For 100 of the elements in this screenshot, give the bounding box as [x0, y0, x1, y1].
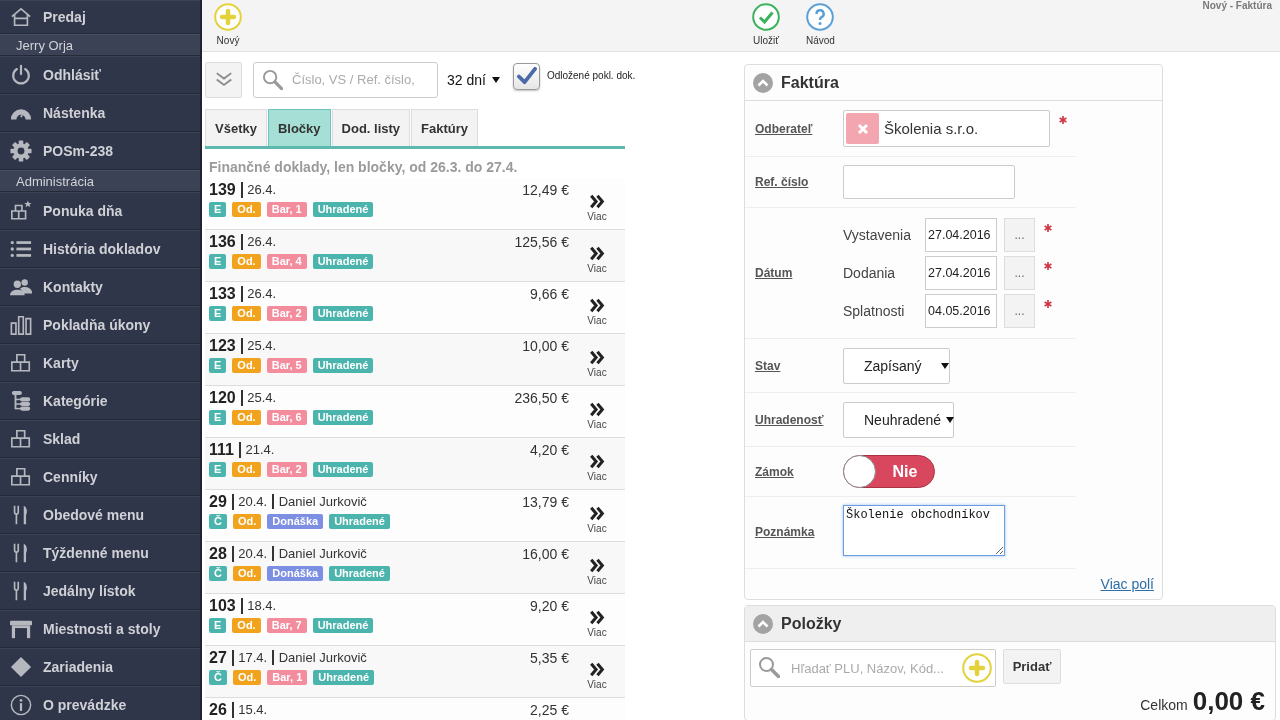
document-amount: 16,00 € — [522, 545, 569, 562]
sidebar-item[interactable]: Ponuka dňa — [0, 192, 200, 230]
payment-select[interactable]: Neuhradené — [843, 401, 954, 438]
date-picker-button[interactable]: ... — [1004, 256, 1035, 290]
status-tag: Od. — [232, 358, 261, 373]
document-date: 20.4. — [238, 494, 268, 509]
more-button[interactable]: Viac — [587, 596, 607, 645]
more-button[interactable]: Viac — [587, 388, 607, 437]
status-tag: E — [209, 306, 227, 321]
document-amount: 236,50 € — [514, 389, 569, 406]
sidebar-item[interactable]: Kontakty — [0, 268, 200, 306]
document-number: 139 — [209, 180, 236, 199]
date-field[interactable]: 27.04.2016 — [925, 218, 997, 252]
more-button[interactable]: Viac — [587, 232, 607, 281]
sidebar-item[interactable]: Miestnosti a stoly — [0, 610, 200, 648]
field-label: Stav — [754, 358, 782, 373]
document-number: 120 — [209, 388, 236, 407]
sidebar-item[interactable]: Karty — [0, 344, 200, 382]
sidebar-item[interactable]: Týždenné menu — [0, 534, 200, 572]
more-button[interactable]: Viac — [587, 544, 607, 593]
sidebar-item[interactable]: Cenníky — [0, 458, 200, 496]
checkbox[interactable] — [512, 63, 540, 90]
note-field[interactable]: Školenie obchodníkov — [843, 505, 1005, 556]
search-icon — [262, 68, 283, 90]
status-tag: Č — [209, 566, 227, 581]
status-tag: Od. — [232, 618, 261, 633]
sidebar-item[interactable]: Pokladňa úkony — [0, 306, 200, 344]
list-icon — [10, 238, 32, 260]
more-button[interactable]: Viac — [587, 180, 607, 229]
status-tag: E — [209, 358, 227, 373]
more-button[interactable]: Viac — [587, 492, 607, 541]
boxes-icon — [10, 352, 32, 374]
more-button[interactable]: Viac — [587, 440, 607, 489]
sidebar-section-header: Administrácia — [0, 170, 200, 192]
page-title: Nový - Faktúra — [1202, 0, 1273, 11]
document-amount: 10,00 € — [522, 337, 569, 354]
double-chevron-right-icon — [589, 610, 605, 625]
date-picker-button[interactable]: ... — [1004, 218, 1035, 252]
status-tag: E — [209, 618, 227, 633]
sidebar-item[interactable]: Zariadenia — [0, 648, 200, 686]
more-button[interactable]: Viac — [587, 336, 607, 385]
date-picker-button[interactable]: ... — [1004, 294, 1035, 328]
check-icon — [752, 3, 780, 31]
status-tag: Od. — [232, 202, 261, 217]
tab[interactable]: Bločky — [267, 109, 331, 146]
ref-number-field[interactable] — [843, 165, 1015, 199]
chevron-up-icon[interactable] — [753, 72, 773, 93]
sidebar-item[interactable]: Obedové menu — [0, 496, 200, 534]
sidebar-item[interactable]: Sklad — [0, 420, 200, 458]
document-amount: 9,66 € — [530, 285, 569, 302]
status-tag: Uhradené — [312, 202, 374, 217]
status-tag: Od. — [232, 462, 261, 477]
tab[interactable]: Dod. listy — [331, 109, 411, 146]
status-tag: Bar, 4 — [266, 254, 307, 269]
clear-button[interactable] — [846, 113, 879, 144]
date-label: Dodania — [843, 264, 897, 283]
toolbar-button[interactable]: Nový — [212, 0, 244, 48]
sidebar-item[interactable]: O prevádzke — [0, 686, 200, 720]
chevron-up-icon[interactable] — [753, 613, 773, 634]
info-icon — [10, 694, 32, 716]
tab[interactable]: Faktúry — [411, 109, 479, 146]
add-item-button[interactable]: Pridať — [1003, 649, 1061, 684]
date-field[interactable]: 27.04.2016 — [925, 256, 997, 290]
more-fields-link[interactable]: Viac polí — [1100, 576, 1154, 592]
lock-toggle[interactable]: Nie — [843, 455, 935, 488]
status-select[interactable]: Zapísaný — [843, 347, 950, 384]
expand-filters-button[interactable] — [205, 61, 242, 98]
more-button[interactable]: Viac — [587, 648, 607, 697]
customer-field[interactable]: Školenia s.r.o. — [843, 110, 1050, 147]
toolbar-button[interactable]: Uložiť — [750, 0, 782, 48]
sidebar-item[interactable]: Kategórie — [0, 382, 200, 420]
date-field[interactable]: 04.05.2016 — [925, 294, 997, 328]
period-select[interactable]: 32 dní — [447, 67, 500, 92]
field-label: Odberateľ — [754, 121, 814, 136]
item-search-field[interactable]: Hľadať PLU, Názov, Kód... — [750, 649, 996, 687]
status-tag: Uhradené — [312, 306, 374, 321]
document-amount: 4,20 € — [530, 441, 569, 458]
field-label: Uhradenosť — [754, 412, 825, 427]
close-icon — [856, 122, 869, 135]
tab[interactable]: Všetky — [205, 109, 267, 146]
status-tag: Bar, 5 — [266, 358, 307, 373]
date-label: Vystavenia — [843, 226, 912, 245]
sidebar-item[interactable]: Odhlásiť — [0, 56, 200, 94]
double-chevron-right-icon — [589, 402, 605, 417]
sidebar-item[interactable]: História dokladov — [0, 230, 200, 268]
caret-icon — [491, 76, 500, 83]
search-field[interactable]: Číslo, VS / Ref. číslo, — [253, 61, 438, 98]
field-label: Poznámka — [754, 525, 816, 539]
document-amount: 125,56 € — [514, 233, 569, 250]
field-label: Zámok — [754, 464, 795, 479]
toolbar-button[interactable]: Návod — [804, 0, 837, 48]
status-tag: Uhradené — [312, 462, 374, 477]
sidebar-item[interactable]: Nástenka — [0, 94, 200, 132]
document-number: 111 — [209, 440, 234, 459]
sidebar-item[interactable]: Jedálny lístok — [0, 572, 200, 610]
customer-name: Daniel Jurkovič — [278, 546, 367, 561]
status-tag: Bar, 2 — [266, 306, 307, 321]
more-button[interactable]: Viac — [587, 284, 607, 333]
boxes-icon — [10, 466, 32, 488]
status-tag: Od. — [232, 566, 262, 581]
